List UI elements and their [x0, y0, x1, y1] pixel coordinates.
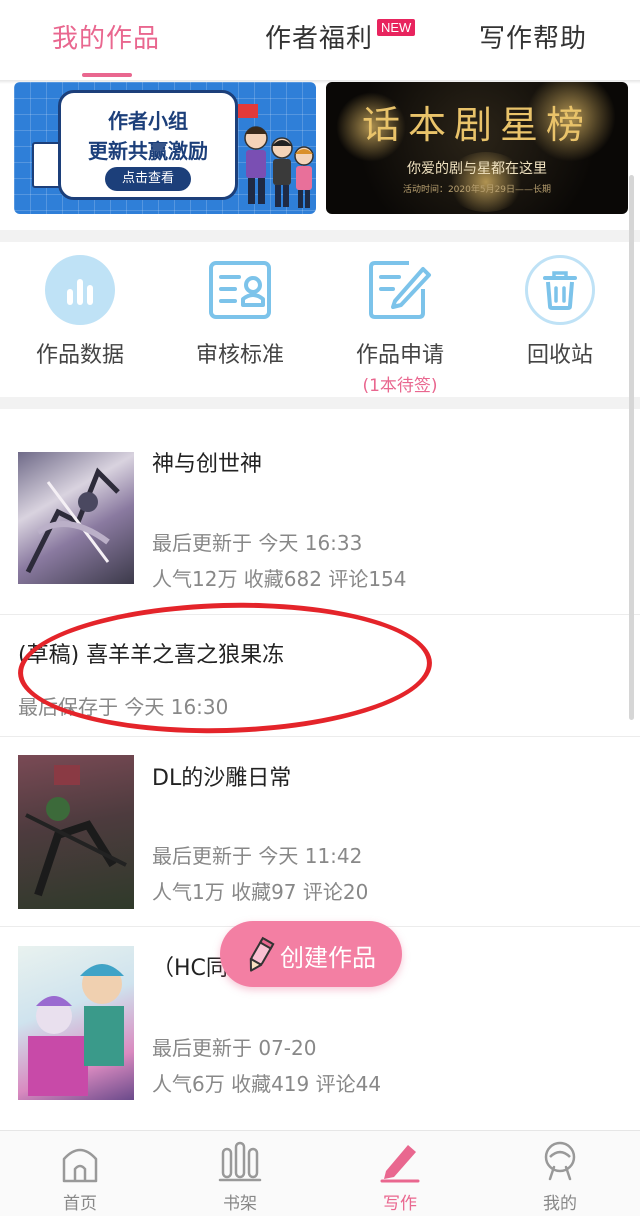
tool-review-standard[interactable]: 审核标准 — [160, 255, 320, 369]
tab-my-works[interactable]: 我的作品 — [52, 18, 160, 55]
nav-label: 我的 — [543, 1194, 577, 1214]
tool-label: 回收站 — [526, 343, 593, 368]
work-title: 神与创世神 — [152, 452, 263, 477]
banner-line2: 更新共赢激励 — [88, 139, 208, 163]
tool-label: 作品数据 — [35, 343, 124, 368]
trash-icon — [525, 255, 595, 325]
nav-shelf[interactable]: 书架 — [180, 1139, 300, 1214]
nav-label: 书架 — [223, 1194, 257, 1214]
tab-writing-help[interactable]: 写作帮助 — [479, 18, 587, 55]
work-updated-time: 最后更新于 今天 11:42 — [152, 844, 363, 868]
work-updated-time: 最后更新于 07-20 — [152, 1036, 317, 1060]
section-divider — [0, 397, 640, 409]
work-updated-time: 最后更新于 今天 16:33 — [152, 531, 363, 555]
list-item-work[interactable]: DL的沙雕日常 最后更新于 今天 11:42 人气1万 收藏97 评论20 — [0, 740, 640, 925]
pen-icon — [380, 1145, 420, 1183]
tool-label: 作品申请 — [355, 343, 444, 368]
edit-document-icon — [365, 255, 435, 325]
create-work-label: 创建作品 — [280, 944, 376, 972]
banner-drama-star-list[interactable]: 话本剧星榜 你爱的剧与星都在这里 活动时间：2020年5月29日——长期 — [326, 82, 628, 214]
banner-right-date: 活动时间：2020年5月29日——长期 — [402, 185, 552, 195]
banner-view-button[interactable]: 点击查看 — [105, 167, 191, 191]
work-title: DL的沙雕日常 — [152, 766, 292, 791]
profile-icon — [544, 1141, 576, 1181]
nav-write[interactable]: 写作 — [340, 1139, 460, 1214]
nav-me[interactable]: 我的 — [500, 1139, 620, 1214]
work-stats: 人气1万 收藏97 评论20 — [152, 880, 369, 904]
tool-work-data[interactable]: 作品数据 — [0, 255, 160, 369]
work-cover-image — [18, 452, 134, 584]
nav-label: 首页 — [63, 1194, 97, 1214]
new-badge: NEW — [377, 19, 416, 36]
active-tab-indicator — [82, 73, 132, 77]
scrollbar[interactable] — [629, 175, 634, 720]
list-separator — [0, 736, 640, 737]
home-icon — [62, 1148, 98, 1183]
work-title: （HC同 — [152, 956, 228, 981]
pending-sign-count: (1本待签) — [362, 376, 438, 396]
bookshelf-icon — [218, 1141, 262, 1182]
banner-line1: 作者小组 — [108, 109, 188, 133]
section-divider — [0, 230, 640, 242]
tab-author-welfare[interactable]: 作者福利 — [265, 18, 373, 55]
bar-chart-icon — [45, 255, 115, 325]
work-stats: 人气6万 收藏419 评论44 — [152, 1072, 382, 1096]
tool-work-application[interactable]: 作品申请 (1本待签) — [320, 255, 480, 396]
pencil-icon — [249, 936, 275, 972]
work-stats: 人气12万 收藏682 评论154 — [152, 567, 407, 591]
list-item-work[interactable]: 神与创世神 最后更新于 今天 16:33 人气12万 收藏682 评论154 — [0, 440, 640, 615]
tool-recycle-bin[interactable]: 回收站 — [480, 255, 640, 369]
work-cover-image — [18, 755, 134, 909]
tool-label: 审核标准 — [195, 343, 284, 368]
nav-home[interactable]: 首页 — [20, 1139, 140, 1214]
cartoon-authors-illustration — [238, 104, 314, 208]
bottom-navigation: 首页 书架 写作 我的 — [0, 1130, 640, 1216]
top-tab-bar: 我的作品 作者福利 NEW 写作帮助 — [0, 0, 640, 82]
nav-label: 写作 — [383, 1194, 417, 1214]
work-cover-image — [18, 946, 134, 1100]
stamp-document-icon — [205, 255, 275, 325]
banner-author-group[interactable]: 作者小组 更新共赢激励 点击查看 — [14, 82, 316, 214]
banner-right-title: 话本剧星榜 — [361, 103, 592, 147]
banner-right-subtitle: 你爱的剧与星都在这里 — [407, 161, 547, 177]
banner-card: 作者小组 更新共赢激励 点击查看 — [58, 90, 238, 200]
create-work-button[interactable]: 创建作品 — [220, 921, 402, 987]
